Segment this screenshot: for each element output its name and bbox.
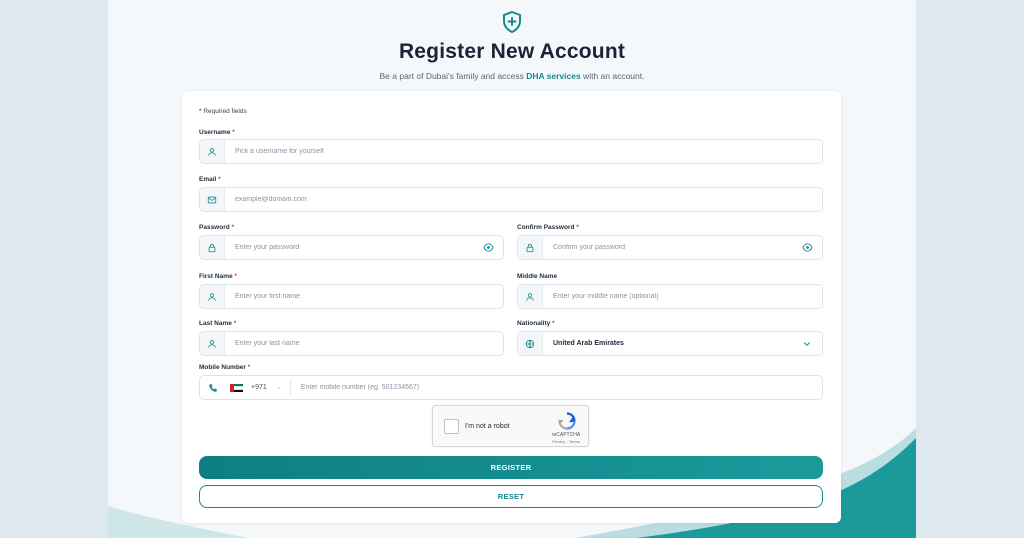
username-placeholder: Pick a username for yourself bbox=[235, 148, 324, 155]
recaptcha-widget: I'm not a robot reCAPTCHA Privacy - Term… bbox=[432, 405, 589, 447]
page-title: Register New Account bbox=[398, 40, 626, 63]
subtitle-text-before: Be a part of Dubai's family and access bbox=[379, 71, 527, 81]
mail-icon bbox=[200, 188, 225, 211]
middle-name-input[interactable]: Enter your middle name (optional) bbox=[517, 284, 823, 309]
required-marker: * bbox=[576, 224, 579, 231]
username-input[interactable]: Pick a username for yourself bbox=[199, 139, 823, 164]
required-marker: * bbox=[233, 320, 237, 327]
registration-card: * Required fields Username * Pick a user… bbox=[182, 91, 841, 523]
required-marker: * bbox=[552, 320, 555, 327]
first-name-input[interactable]: Enter your first name bbox=[199, 284, 504, 309]
lock-icon bbox=[518, 236, 543, 259]
country-code-chevron-icon[interactable]: ⌄ bbox=[277, 384, 282, 391]
username-label-text: Username bbox=[199, 129, 231, 136]
mobile-number-input[interactable]: +971 ⌄ Enter mobile number (eg. 50123456… bbox=[199, 375, 823, 400]
required-fields-note: * Required fields bbox=[199, 108, 247, 115]
mobile-number-placeholder: Enter mobile number (eg. 501234567) bbox=[300, 384, 420, 391]
password-label-text: Password bbox=[199, 224, 230, 231]
email-placeholder: example@domain.com bbox=[235, 196, 307, 203]
user-icon bbox=[200, 285, 225, 308]
recaptcha-brand: reCAPTCHA bbox=[551, 432, 581, 438]
first-name-placeholder: Enter your first name bbox=[235, 293, 300, 300]
nationality-label: Nationality * bbox=[517, 320, 555, 327]
last-name-label: Last Name * bbox=[199, 320, 236, 327]
password-label: Password * bbox=[199, 224, 234, 231]
register-button[interactable]: REGISTER bbox=[199, 456, 823, 479]
required-marker: * bbox=[231, 224, 235, 231]
confirm-password-input[interactable]: Confirm your password bbox=[517, 235, 823, 260]
first-name-label: First Name * bbox=[199, 273, 237, 280]
lock-icon bbox=[200, 236, 225, 259]
password-input[interactable]: Enter your password bbox=[199, 235, 504, 260]
mobile-number-label: Mobile Number * bbox=[199, 364, 250, 371]
eye-icon[interactable] bbox=[800, 241, 814, 255]
email-label: Email * bbox=[199, 176, 221, 183]
eye-icon[interactable] bbox=[481, 241, 495, 255]
subtitle-text-after: with an account. bbox=[580, 71, 645, 81]
required-note-text: Required fields bbox=[201, 108, 247, 115]
email-label-text: Email bbox=[199, 176, 217, 183]
middle-name-placeholder: Enter your middle name (optional) bbox=[553, 293, 659, 300]
mobile-number-label-text: Mobile Number bbox=[199, 364, 246, 371]
recaptcha-checkbox[interactable] bbox=[444, 419, 459, 434]
email-input[interactable]: example@domain.com bbox=[199, 187, 823, 212]
country-code[interactable]: +971 bbox=[251, 384, 267, 391]
confirm-password-label-text: Confirm Password bbox=[517, 224, 575, 231]
chevron-down-icon bbox=[800, 337, 814, 351]
password-placeholder: Enter your password bbox=[235, 244, 300, 251]
shield-plus-icon bbox=[503, 11, 521, 33]
user-icon bbox=[200, 140, 225, 163]
nationality-select[interactable]: United Arab Emirates bbox=[517, 331, 823, 356]
user-icon bbox=[200, 332, 225, 355]
required-marker: * bbox=[232, 129, 235, 136]
middle-name-label: Middle Name bbox=[517, 273, 558, 280]
required-marker: * bbox=[218, 176, 221, 183]
username-label: Username * bbox=[199, 129, 235, 136]
last-name-label-text: Last Name bbox=[199, 320, 232, 327]
nationality-value: United Arab Emirates bbox=[553, 340, 624, 347]
uae-flag-icon bbox=[230, 383, 243, 392]
globe-icon bbox=[518, 332, 543, 355]
divider bbox=[289, 380, 291, 395]
confirm-password-placeholder: Confirm your password bbox=[553, 244, 625, 251]
last-name-input[interactable]: Enter your last name bbox=[199, 331, 504, 356]
recaptcha-label: I'm not a robot bbox=[465, 423, 510, 430]
phone-icon bbox=[202, 383, 224, 393]
last-name-placeholder: Enter your last name bbox=[235, 340, 300, 347]
required-marker: * bbox=[234, 273, 237, 280]
nationality-label-text: Nationality bbox=[517, 320, 551, 327]
user-icon bbox=[518, 285, 543, 308]
reset-button[interactable]: RESET bbox=[199, 485, 823, 508]
required-marker: * bbox=[247, 364, 251, 371]
first-name-label-text: First Name bbox=[199, 273, 233, 280]
page-subtitle: Be a part of Dubai's family and access D… bbox=[0, 71, 1024, 81]
recaptcha-terms-link[interactable]: Privacy - Terms bbox=[547, 439, 585, 444]
confirm-password-label: Confirm Password * bbox=[517, 224, 579, 231]
recaptcha-logo-icon bbox=[558, 412, 576, 430]
dha-services-link[interactable]: DHA services bbox=[526, 71, 581, 81]
